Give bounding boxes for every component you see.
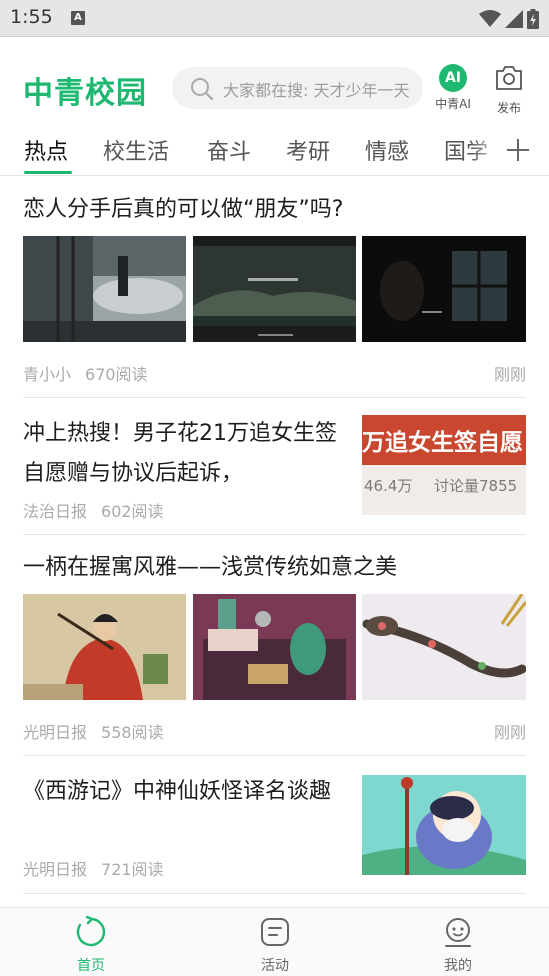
article-title: 一柄在握寓风雅——浅赏传统如意之美 [23, 555, 398, 580]
bottom-navigation: 首页 活动 我的 [0, 907, 549, 976]
app-logo: 中青校园 [23, 76, 147, 111]
status-bar: 1:55 A [0, 0, 549, 37]
category-tabs: 热点 校生活 奋斗 考研 情感 国学 [0, 128, 549, 176]
article-image [193, 236, 356, 342]
article-views: 558阅读 [101, 723, 164, 742]
article-image [362, 594, 526, 700]
article-title: 冲上热搜！男子花21万追女生签自愿赠与协议后起诉， [23, 421, 337, 486]
divider [23, 534, 526, 535]
add-tab-icon[interactable] [505, 137, 531, 163]
signal-icon [505, 10, 523, 28]
nav-profile[interactable]: 我的 [418, 916, 498, 975]
divider [23, 397, 526, 398]
article-image [23, 236, 186, 342]
article-source: 光明日报 [23, 723, 88, 742]
active-tab-indicator [24, 171, 72, 174]
nav-activity-label: 活动 [261, 958, 289, 974]
tab-hot[interactable]: 热点 [24, 134, 68, 166]
battery-icon [527, 9, 539, 29]
article-image [193, 594, 356, 700]
article-meta: 青小小 670阅读 [23, 361, 148, 385]
status-icons [479, 9, 539, 29]
article-views: 721阅读 [101, 860, 164, 879]
article-image-discussion: 讨论量7855 [434, 477, 518, 495]
article-meta: 光明日报 721阅读 [23, 856, 164, 880]
article-meta: 法治日报 602阅读 [23, 498, 164, 522]
article-time: 刚刚 [493, 365, 526, 384]
wifi-icon [479, 10, 501, 27]
tab-campus-life[interactable]: 校生活 [103, 134, 169, 166]
article-views: 670阅读 [85, 365, 148, 384]
article-meta: 光明日报 558阅读 [23, 719, 164, 743]
tab-emotion[interactable]: 情感 [365, 134, 409, 166]
article-source: 光明日报 [23, 860, 88, 879]
search-placeholder: 大家都在搜: 天才少年一天 [223, 81, 410, 100]
article-image-stat: 46.4万 [364, 477, 413, 495]
ai-button[interactable]: AI 中青AI [432, 64, 474, 112]
search-bar[interactable]: 大家都在搜: 天才少年一天 [172, 67, 423, 109]
article-image [362, 775, 526, 875]
article-title: 《西游记》中神仙妖怪译名谈趣 [23, 779, 332, 804]
notification-a-icon: A [71, 11, 85, 25]
ai-label: 中青AI [435, 97, 471, 111]
article-title: 恋人分手后真的可以做“朋友”吗? [23, 197, 344, 222]
camera-icon [496, 66, 522, 90]
article-source: 法治日报 [23, 502, 88, 521]
nav-activity[interactable]: 活动 [235, 916, 315, 975]
activity-icon [261, 918, 289, 946]
nav-home-label: 首页 [77, 958, 105, 974]
home-refresh-icon [76, 915, 106, 947]
ai-icon: AI [439, 64, 467, 92]
status-time: 1:55 [10, 6, 53, 28]
article-time: 刚刚 [493, 723, 526, 742]
nav-profile-label: 我的 [444, 958, 472, 974]
article-views: 602阅读 [101, 502, 164, 521]
profile-icon [445, 918, 471, 947]
article-source: 青小小 [23, 365, 72, 384]
tab-postgrad[interactable]: 考研 [286, 134, 330, 166]
article-image [23, 594, 186, 700]
tab-strive[interactable]: 奋斗 [207, 134, 251, 166]
publish-button[interactable]: 发布 [491, 64, 527, 116]
article-image: 万追女生签自愿 46.4万 讨论量7855 [362, 415, 526, 515]
divider [23, 755, 526, 756]
search-icon [191, 78, 214, 101]
article-image [362, 236, 526, 342]
publish-label: 发布 [496, 101, 521, 115]
divider [23, 893, 526, 894]
nav-home[interactable]: 首页 [51, 915, 131, 975]
article-image-headline: 万追女生签自愿 [362, 430, 523, 456]
